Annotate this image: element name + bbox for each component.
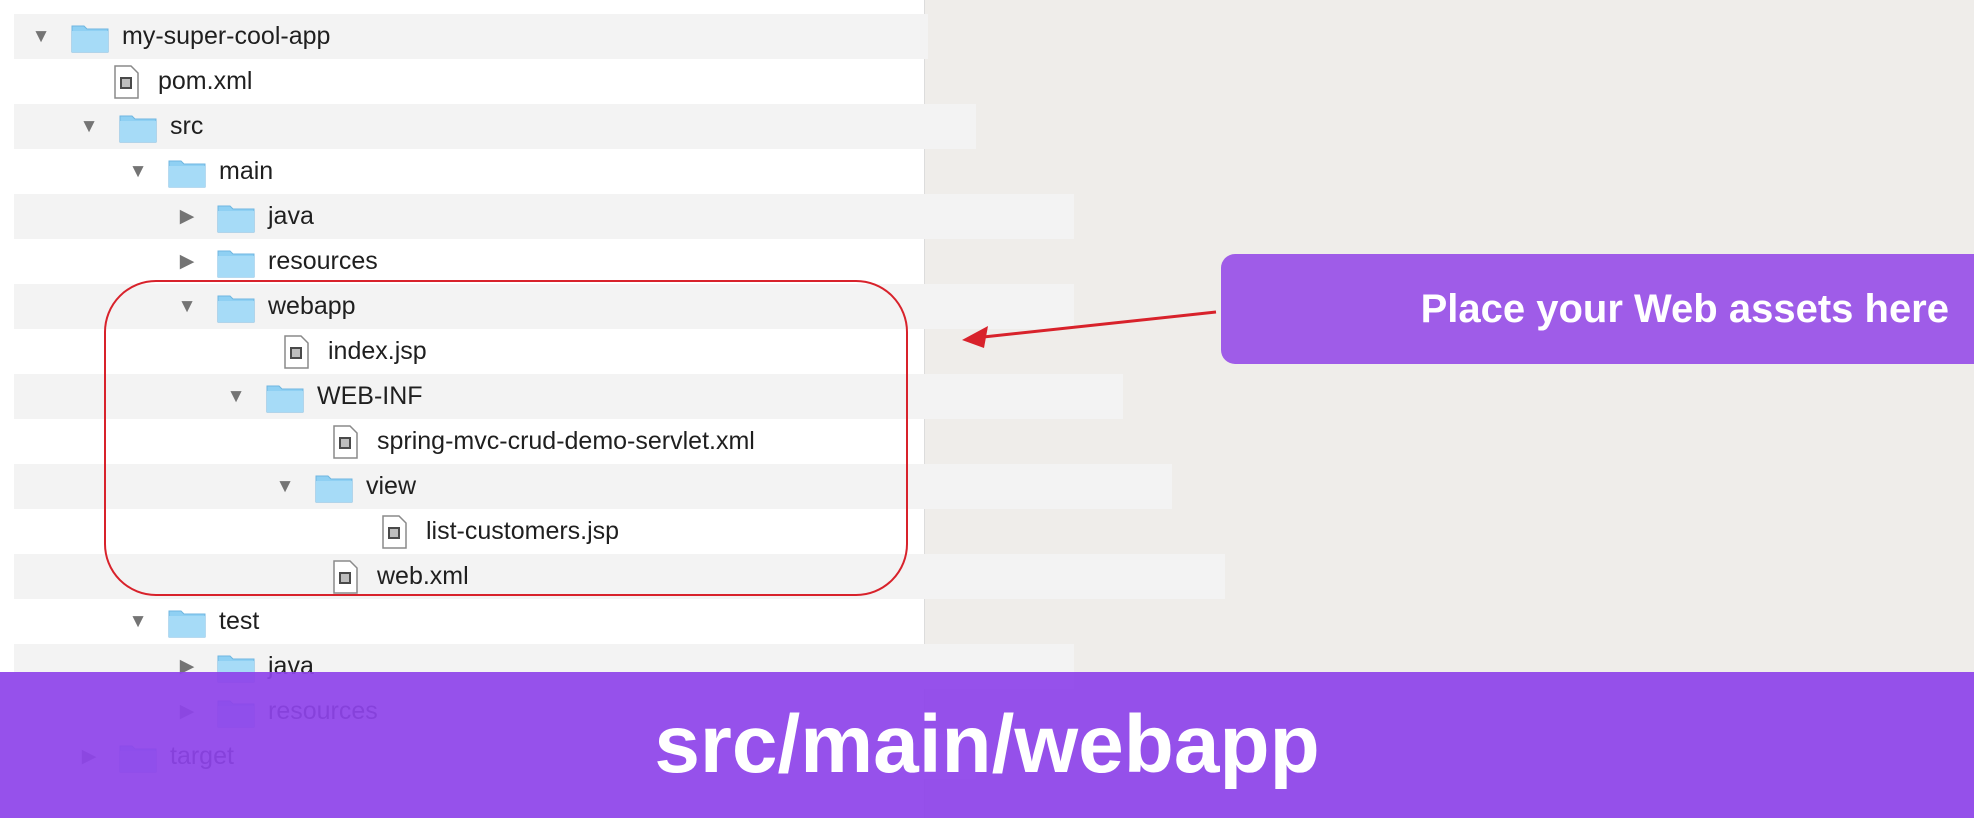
tree-item-label: java [268,202,314,230]
annotation-callout: Place your Web assets here [1221,254,1974,364]
tree-row-src[interactable]: ▼ src [14,104,976,149]
folder-icon [70,20,110,54]
tree-item-label: view [366,472,417,500]
folder-icon [216,290,256,324]
tree-item-label: index.jsp [328,337,427,365]
file-icon [276,334,316,369]
disclosure-expanded-icon[interactable]: ▼ [174,284,200,329]
tree-item-label: src [170,112,204,140]
tree-row-my-super-cool-app[interactable]: ▼ my-super-cool-app [14,14,928,59]
folder-icon [216,200,256,234]
disclosure-expanded-icon[interactable]: ▼ [223,374,249,419]
tree-row-webapp[interactable]: ▼ webapp [14,284,1074,329]
disclosure-expanded-icon[interactable]: ▼ [76,104,102,149]
caption-banner: src/main/webapp [0,672,1974,818]
tree-row-servlet-xml[interactable]: spring-mvc-crud-demo-servlet.xml [14,419,1225,464]
folder-icon [167,605,207,639]
disclosure-expanded-icon[interactable]: ▼ [28,14,54,59]
tree-item-label: pom.xml [158,67,253,95]
tree-item-label: resources [268,247,378,275]
disclosure-expanded-icon[interactable]: ▼ [272,464,298,509]
callout-text: Place your Web assets here [1420,286,1949,331]
tree-row-list-customers-jsp[interactable]: list-customers.jsp [14,509,1274,554]
tree-row-pom-xml[interactable]: pom.xml [14,59,1006,104]
file-icon [106,64,146,99]
tree-item-label: test [219,607,260,635]
disclosure-expanded-icon[interactable]: ▼ [125,599,151,644]
tree-row-web-inf[interactable]: ▼ WEB-INF [14,374,1123,419]
tree-item-label: web.xml [377,562,469,590]
tree-item-label: spring-mvc-crud-demo-servlet.xml [377,427,755,455]
file-icon [325,559,365,594]
tree-item-label: main [219,157,274,185]
tree-row-java[interactable]: ▶ java [14,194,1074,239]
tree-row-web-xml[interactable]: web.xml [14,554,1225,599]
folder-icon [118,110,158,144]
pointer-arrow-icon [962,310,1217,348]
tree-row-view[interactable]: ▼ view [14,464,1172,509]
tree-item-label: list-customers.jsp [426,517,620,545]
tree-row-test[interactable]: ▼ test [14,599,1025,644]
caption-text: src/main/webapp [654,699,1320,790]
tree-item-label: WEB-INF [317,382,423,410]
disclosure-expanded-icon[interactable]: ▼ [125,149,151,194]
tree-row-resources[interactable]: ▶ resources [14,239,1074,284]
file-tree: ▼ my-super-cool-app pom.xml ▼ src ▼ main… [14,14,1225,779]
file-icon [374,514,414,549]
tree-item-label: webapp [268,292,356,320]
folder-icon [265,380,305,414]
disclosure-collapsed-icon[interactable]: ▶ [174,239,200,284]
tree-row-main[interactable]: ▼ main [14,149,1025,194]
folder-icon [167,155,207,189]
disclosure-collapsed-icon[interactable]: ▶ [174,194,200,239]
folder-icon [314,470,354,504]
file-icon [325,424,365,459]
folder-icon [216,245,256,279]
tree-item-label: my-super-cool-app [122,22,331,50]
